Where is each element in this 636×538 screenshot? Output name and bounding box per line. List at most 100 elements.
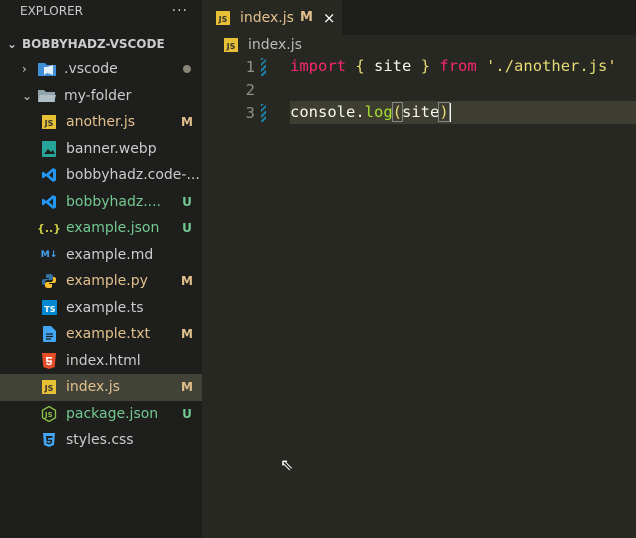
file-name: index.html (66, 352, 141, 369)
python-icon (40, 273, 58, 289)
git-status-badge: M (181, 274, 193, 289)
line-number: 3 (245, 103, 255, 122)
git-status-badge: U (182, 406, 192, 421)
chevron-down-icon: ⌄ (6, 37, 18, 51)
ellipsis-icon[interactable]: ··· (172, 3, 188, 19)
image-icon (40, 140, 58, 157)
file-name: another.js (66, 114, 136, 131)
breadcrumb-file: index.js (248, 37, 302, 53)
chevron-right-icon: › (22, 62, 27, 77)
file-item[interactable]: bobbyhadz.... U (0, 189, 202, 216)
js-icon: JS (42, 115, 56, 130)
code-token: ) (438, 102, 450, 122)
close-icon[interactable]: × (323, 9, 336, 27)
svg-text:JS: JS (44, 411, 53, 419)
file-item[interactable]: banner.webp (0, 136, 202, 163)
git-gutter-modified (261, 57, 266, 76)
file-tree: › .vscode ⌄ my-folder JS another.js Mbanner.we… (0, 56, 202, 454)
js-icon: JS (42, 380, 56, 395)
breadcrumb[interactable]: JS index.js (222, 35, 302, 55)
file-item[interactable]: styles.css (0, 427, 202, 454)
git-status-badge: M (181, 115, 193, 130)
vscode-folder-icon (38, 61, 56, 77)
chevron-down-icon: ⌄ (22, 88, 33, 103)
folder-item[interactable]: ⌄ my-folder (0, 83, 202, 110)
code-token: log (364, 103, 393, 121)
file-item[interactable]: M↓ example.md (0, 242, 202, 269)
js-icon: JS (224, 38, 238, 52)
code-token: } (420, 57, 431, 75)
line-number: 2 (245, 80, 255, 99)
explorer-sidebar: EXPLORER ··· ⌄ BOBBYHADZ-VSCODE › .vscode… (0, 0, 202, 538)
code-token: from (439, 57, 477, 75)
js-icon: JS (216, 10, 230, 25)
file-item[interactable]: index.html (0, 348, 202, 375)
file-name: bobbyhadz.... (66, 193, 161, 210)
mouse-pointer-icon: ⇖ (280, 455, 294, 474)
git-status-badge: U (182, 221, 192, 236)
line-text: console.log(site) (290, 101, 636, 124)
explorer-title: EXPLORER (20, 4, 83, 18)
file-name: example.ts (66, 299, 144, 316)
file-item[interactable]: bobbyhadz.code-... (0, 162, 202, 189)
folder-item[interactable]: › .vscode (0, 56, 202, 83)
code-token: site (402, 103, 440, 121)
code-token: ( (391, 102, 404, 122)
code-token: site (364, 57, 421, 75)
line-text (290, 78, 636, 101)
file-name: example.md (66, 246, 154, 263)
git-status-badge: U (182, 194, 192, 209)
code-token: import (290, 57, 346, 75)
code-line[interactable]: 3 console.log(site) (202, 101, 636, 124)
code-line[interactable]: 2 (202, 78, 636, 101)
folder-open-icon (38, 88, 56, 104)
typescript-icon: TS (40, 300, 58, 316)
file-name: bobbyhadz.code-... (66, 167, 200, 184)
file-name: example.py (66, 273, 148, 290)
tab-index-js[interactable]: JS index.js M × (202, 0, 342, 35)
file-item[interactable]: example.txt M (0, 321, 202, 348)
file-item[interactable]: example.py M (0, 268, 202, 295)
file-name: banner.webp (66, 140, 157, 157)
file-name: my-folder (64, 87, 132, 104)
line-number: 1 (245, 57, 255, 76)
code-token: console. (290, 103, 365, 121)
file-item[interactable]: JS index.js M (0, 374, 202, 401)
tab-label: index.js (240, 9, 294, 26)
file-name: package.json (66, 405, 159, 422)
markdown-icon: M↓ (40, 249, 58, 260)
workspace-root[interactable]: ⌄ BOBBYHADZ-VSCODE (0, 33, 202, 55)
workspace-root-label: BOBBYHADZ-VSCODE (22, 37, 165, 51)
git-gutter-modified (261, 103, 266, 122)
tab-modified-badge: M (299, 10, 313, 25)
code-token: './another.js' (476, 57, 617, 75)
git-status-badge: M (181, 380, 193, 395)
css3-icon (40, 432, 58, 448)
file-name: styles.css (66, 432, 134, 449)
code-token: { (355, 57, 365, 75)
vscode-icon (40, 194, 58, 210)
text-file-icon (40, 326, 58, 343)
file-name: index.js (66, 379, 120, 396)
line-text: import { site } from './another.js' (290, 55, 636, 78)
file-item[interactable]: TS example.ts (0, 295, 202, 322)
text-cursor (448, 103, 451, 122)
tab-bar: JS index.js M × (202, 0, 636, 35)
modified-dot-icon (183, 65, 191, 74)
html5-icon (40, 352, 58, 369)
file-name: example.txt (66, 326, 150, 343)
git-status-badge: M (181, 327, 193, 342)
file-item[interactable]: JS package.json U (0, 401, 202, 428)
code-line[interactable]: 1 import { site } from './another.js' (202, 55, 636, 78)
code-editor[interactable]: 1 import { site } from './another.js' 2 3 co… (202, 55, 636, 124)
json-icon: {..} (36, 221, 62, 235)
file-item[interactable]: JS another.js M (0, 109, 202, 136)
file-name: .vscode (64, 61, 118, 78)
nodejs-icon: JS (40, 405, 58, 422)
explorer-header: EXPLORER ··· (0, 0, 202, 22)
git-gutter-modified (261, 81, 266, 99)
vscode-icon (40, 167, 58, 183)
file-item[interactable]: {..} example.json U (0, 215, 202, 242)
